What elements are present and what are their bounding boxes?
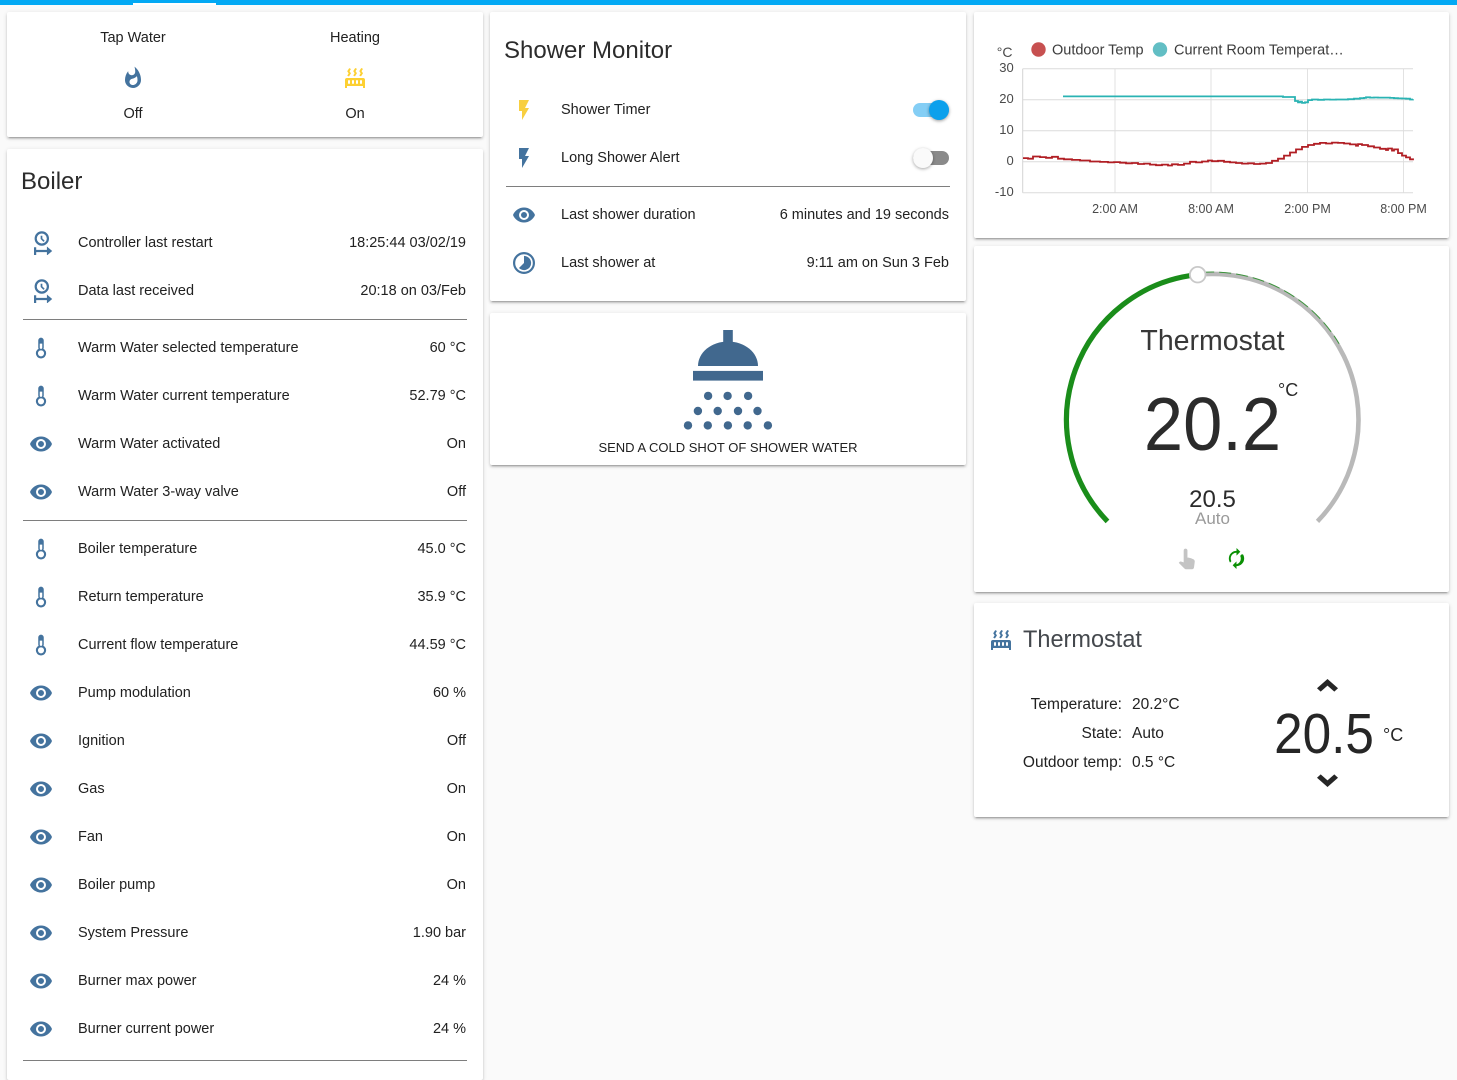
svg-text:8:00 AM: 8:00 AM: [1188, 202, 1234, 216]
svg-text:0: 0: [1006, 153, 1013, 168]
svg-text:8:00 PM: 8:00 PM: [1380, 202, 1427, 216]
svg-text:2:00 PM: 2:00 PM: [1284, 202, 1331, 216]
svg-text:30: 30: [999, 60, 1013, 75]
svg-text:20: 20: [999, 91, 1013, 106]
svg-text:Current Room Temperat…: Current Room Temperat…: [1174, 43, 1344, 59]
svg-text:2:00 AM: 2:00 AM: [1092, 202, 1138, 216]
svg-text:-10: -10: [995, 184, 1014, 199]
svg-text:Outdoor Temp: Outdoor Temp: [1052, 43, 1144, 59]
svg-text:°C: °C: [997, 44, 1013, 60]
svg-text:10: 10: [999, 122, 1013, 137]
